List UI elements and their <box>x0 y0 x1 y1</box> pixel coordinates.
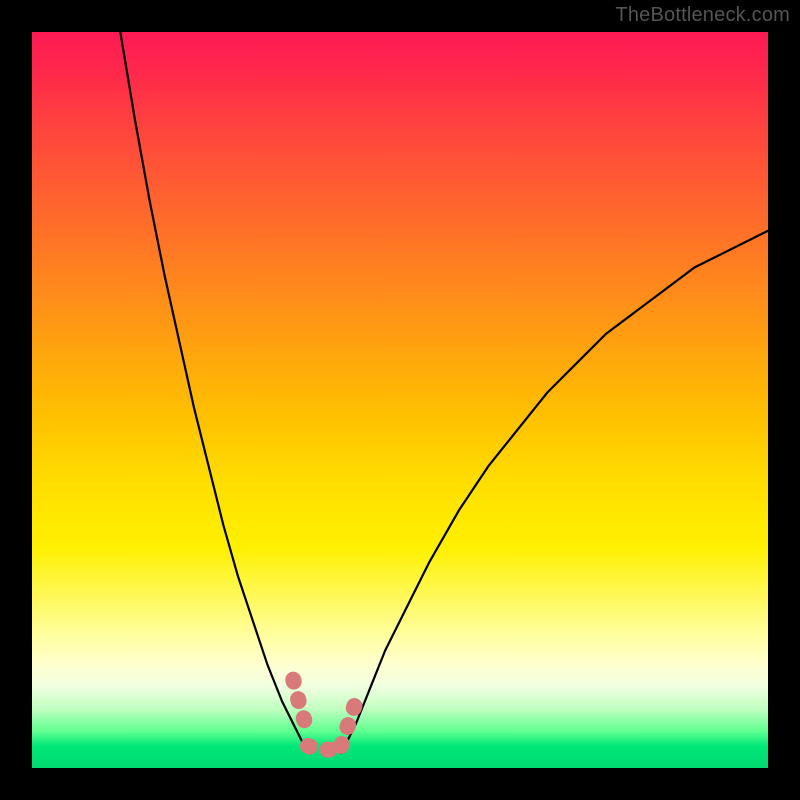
highlight-left <box>293 680 308 732</box>
plot-area <box>32 32 768 768</box>
left-curve <box>120 32 311 753</box>
curves-svg <box>32 32 768 768</box>
watermark-text: TheBottleneck.com <box>615 4 790 27</box>
chart-frame: TheBottleneck.com <box>0 0 800 800</box>
right-curve <box>341 231 768 754</box>
